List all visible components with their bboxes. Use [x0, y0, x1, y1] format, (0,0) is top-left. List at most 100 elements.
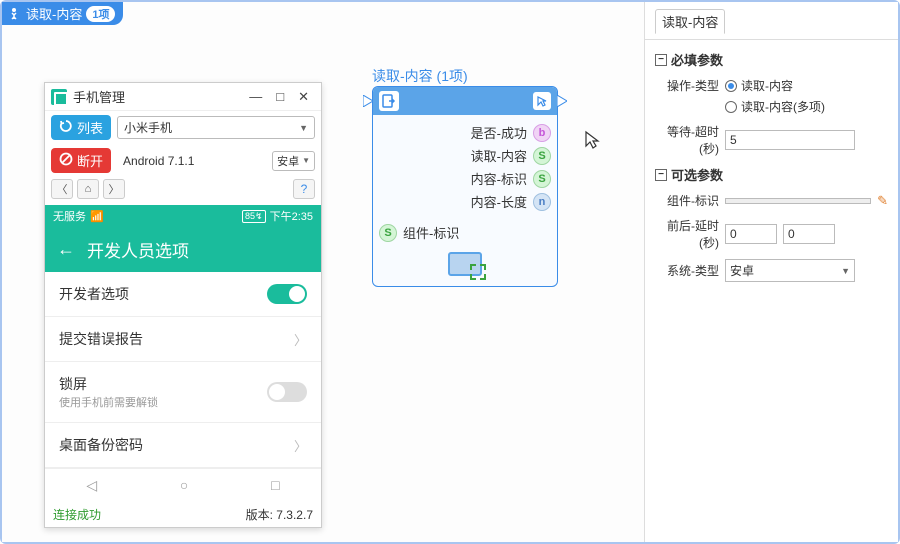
- status-line: 连接成功 版本: 7.3.2.7: [45, 502, 321, 527]
- nav-forward-button[interactable]: 〉: [103, 179, 125, 199]
- label-component-tag: 组件-标识: [655, 192, 719, 209]
- input-label: 组件-标识: [403, 223, 459, 242]
- titlebar: 手机管理 — □ ✕: [45, 83, 321, 111]
- platform-dropdown[interactable]: 安卓 ▼: [272, 151, 315, 171]
- label-sys-type: 系统-类型: [655, 262, 719, 279]
- walk-icon: [6, 6, 22, 22]
- app-icon: [51, 89, 67, 105]
- chevron-down-icon: ▼: [302, 156, 310, 165]
- top-tag-badge: 1项: [86, 6, 115, 22]
- toggle-off[interactable]: [267, 382, 307, 402]
- tab-read-content[interactable]: 读取-内容: [655, 9, 725, 34]
- chevron-right-icon: 〉: [294, 330, 307, 349]
- input-port-icon[interactable]: [363, 95, 373, 107]
- setting-dev-options[interactable]: 开发者选项: [45, 272, 321, 317]
- node-footer: [373, 246, 557, 286]
- type-badge-string: S: [379, 224, 397, 242]
- required-section-head[interactable]: − 必填参数: [655, 50, 888, 69]
- input-delay-after[interactable]: 0: [783, 224, 835, 244]
- node-title: 读取-内容 (1项): [372, 66, 468, 86]
- label-wait-timeout: 等待-超时(秒): [655, 123, 719, 157]
- node-output-tag[interactable]: 内容-标识 S: [377, 167, 553, 190]
- edit-icon[interactable]: ✎: [877, 193, 888, 209]
- refresh-icon: [59, 119, 73, 136]
- device-dropdown[interactable]: 小米手机 ▼: [117, 116, 315, 139]
- maximize-button[interactable]: □: [276, 89, 284, 105]
- node-header[interactable]: [373, 87, 557, 115]
- cursor-icon: [533, 92, 551, 110]
- node-output-content[interactable]: 读取-内容 S: [377, 144, 553, 167]
- nav-home-button[interactable]: ⌂: [77, 179, 99, 199]
- output-label: 内容-长度: [471, 192, 527, 211]
- connection-status: 连接成功: [53, 506, 246, 523]
- disconnect-button-label: 断开: [77, 151, 103, 170]
- type-badge-number: n: [533, 193, 551, 211]
- nav-back-icon[interactable]: ◁: [86, 477, 97, 494]
- phone-manager-window: 手机管理 — □ ✕ 列表 小米手机 ▼: [44, 82, 322, 528]
- select-sys-type[interactable]: 安卓 ▼: [725, 259, 855, 282]
- forbid-icon: [59, 152, 73, 169]
- battery-icon: 85↯: [242, 210, 266, 223]
- device-dropdown-value: 小米手机: [124, 119, 172, 136]
- nav-home-icon[interactable]: ○: [180, 477, 188, 494]
- type-badge-string: S: [533, 170, 551, 188]
- label-delay: 前后-延时(秒): [655, 217, 719, 251]
- setting-backup-pwd[interactable]: 桌面备份密码 〉: [45, 423, 321, 468]
- phone-screen: 无服务 📶 85↯ 下午2:35 ← 开发人员选项 开发者选项: [45, 205, 321, 502]
- collapse-icon: −: [655, 54, 667, 66]
- input-delay-before[interactable]: 0: [725, 224, 777, 244]
- nav-back-button[interactable]: 〈: [51, 179, 73, 199]
- list-button[interactable]: 列表: [51, 115, 111, 140]
- input-wait-timeout[interactable]: 5: [725, 130, 855, 150]
- required-label: 必填参数: [671, 50, 723, 69]
- side-tabs: 读取-内容: [645, 2, 898, 40]
- mouse-cursor-icon: [584, 130, 602, 155]
- output-label: 读取-内容: [471, 146, 527, 165]
- close-button[interactable]: ✕: [298, 89, 309, 105]
- chevron-right-icon: 〉: [294, 436, 307, 455]
- minimize-button[interactable]: —: [249, 89, 262, 105]
- top-tag: 读取-内容 1项: [2, 2, 123, 25]
- chevron-down-icon: ▼: [841, 266, 850, 276]
- radio-read-single[interactable]: 读取-内容: [725, 77, 825, 94]
- node-output-success[interactable]: 是否-成功 b: [377, 121, 553, 144]
- select-value: 安卓: [730, 262, 754, 279]
- output-port-icon[interactable]: [557, 95, 567, 107]
- disconnect-button[interactable]: 断开: [51, 148, 111, 173]
- label-op-type: 操作-类型: [655, 77, 719, 94]
- optional-label: 可选参数: [671, 165, 723, 184]
- time-label: 下午2:35: [270, 208, 313, 224]
- toggle-on[interactable]: [267, 284, 307, 304]
- android-version: Android 7.1.1: [117, 154, 266, 168]
- phone-statusbar: 无服务 📶 85↯ 下午2:35: [45, 205, 321, 227]
- top-tag-label: 读取-内容: [26, 4, 82, 23]
- setting-label: 桌面备份密码: [59, 435, 294, 455]
- output-label: 内容-标识: [471, 169, 527, 188]
- output-label: 是否-成功: [471, 123, 527, 142]
- type-badge-bool: b: [533, 124, 551, 142]
- radio-label: 读取-内容(多项): [741, 98, 825, 115]
- node-output-length[interactable]: 内容-长度 n: [377, 190, 553, 213]
- setting-lock-screen[interactable]: 锁屏 使用手机前需要解锁: [45, 362, 321, 423]
- setting-label: 锁屏: [59, 374, 267, 394]
- setting-label: 提交错误报告: [59, 329, 294, 349]
- input-component-tag[interactable]: [725, 198, 871, 204]
- help-button[interactable]: ?: [293, 179, 315, 199]
- version-label: 版本: 7.3.2.7: [246, 506, 313, 523]
- setting-sub: 使用手机前需要解锁: [59, 394, 267, 410]
- phone-header: ← 开发人员选项: [45, 227, 321, 272]
- flow-node[interactable]: 是否-成功 b 读取-内容 S 内容-标识 S 内容-长度 n S 组件-: [372, 86, 558, 287]
- node-input-component[interactable]: S 组件-标识: [373, 219, 557, 246]
- setting-label: 开发者选项: [59, 284, 267, 304]
- back-arrow-icon[interactable]: ←: [57, 239, 75, 260]
- type-badge-string: S: [533, 147, 551, 165]
- add-rect-icon[interactable]: [448, 252, 482, 276]
- service-label: 无服务: [53, 208, 86, 224]
- optional-section-head[interactable]: − 可选参数: [655, 165, 888, 184]
- export-icon: [379, 91, 399, 111]
- signal-icon: 📶: [90, 210, 104, 223]
- nav-recent-icon[interactable]: □: [271, 477, 279, 494]
- setting-bug-report[interactable]: 提交错误报告 〉: [45, 317, 321, 362]
- phone-soft-nav: ◁ ○ □: [45, 468, 321, 502]
- radio-read-multi[interactable]: 读取-内容(多项): [725, 98, 825, 115]
